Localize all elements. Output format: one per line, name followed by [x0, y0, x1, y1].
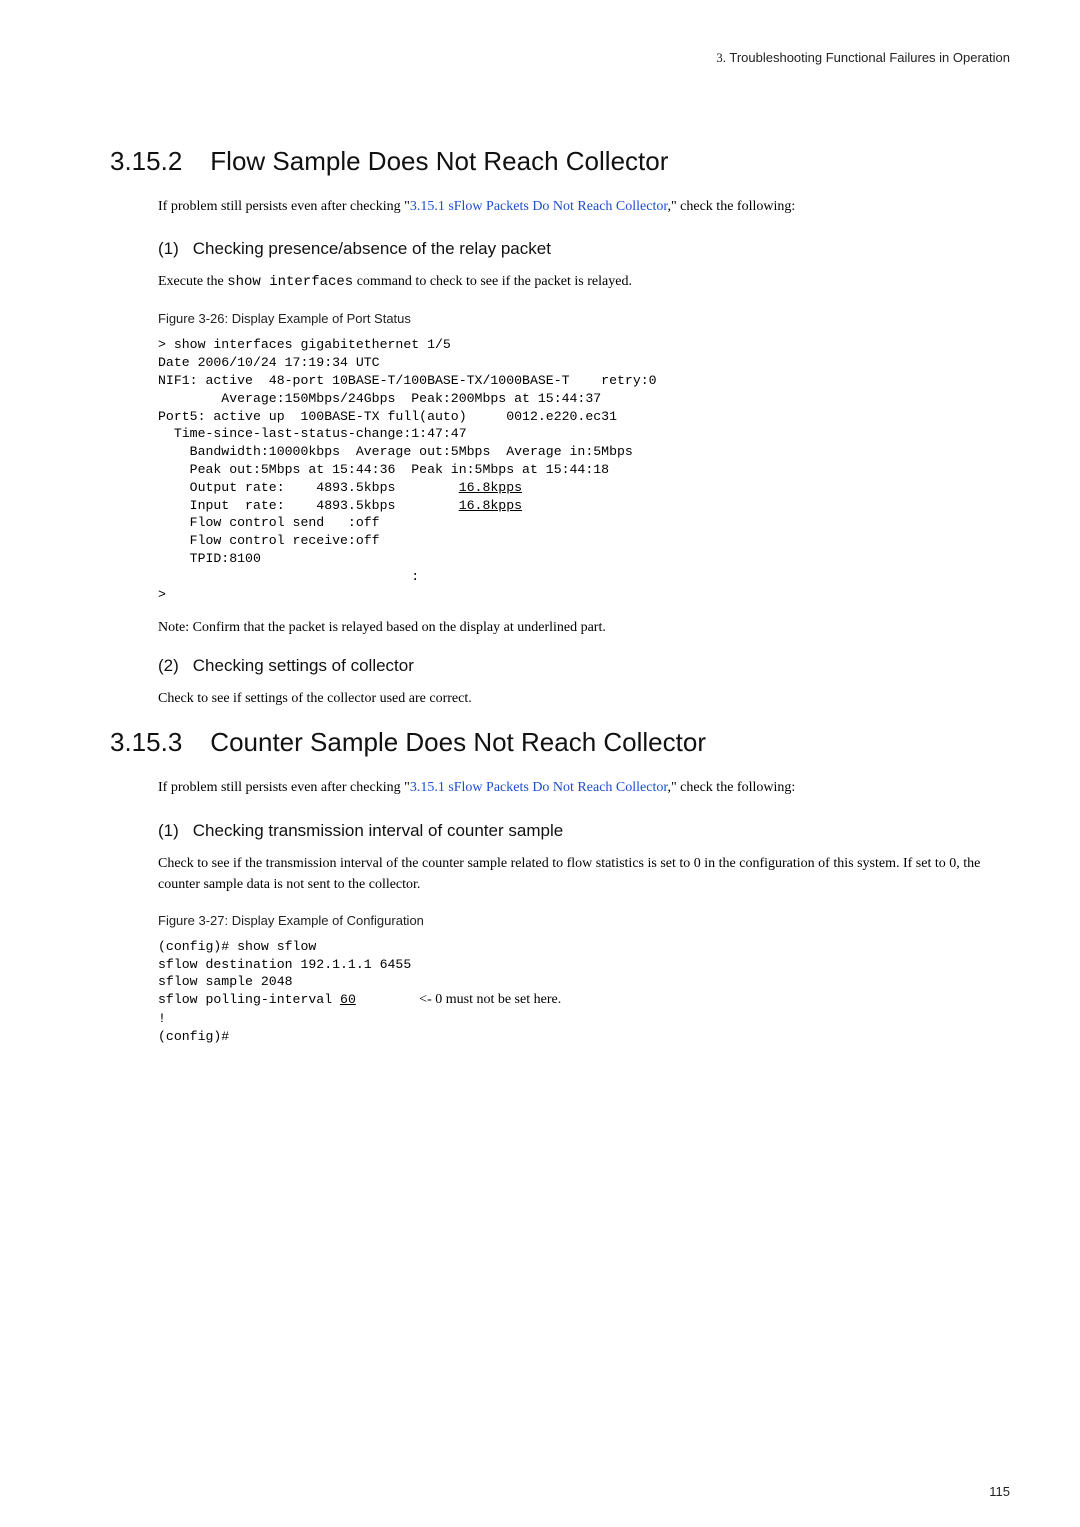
body-text-a: Execute the: [158, 274, 227, 289]
subsection-body: Check to see if settings of the collecto…: [158, 688, 1010, 709]
intro-text-b: ," check the following:: [667, 780, 795, 795]
body-text-b: command to check to see if the packet is…: [353, 274, 632, 289]
section-title: Counter Sample Does Not Reach Collector: [210, 727, 706, 757]
cross-ref-link[interactable]: 3.15.1 sFlow Packets Do Not Reach Collec…: [410, 780, 668, 795]
intro-text-a: If problem still persists even after che…: [158, 780, 410, 795]
subsection-number: (1): [158, 821, 179, 841]
subsection-title: Checking settings of collector: [193, 656, 414, 675]
underlined-value: 16.8kpps: [459, 480, 522, 495]
cross-ref-link[interactable]: 3.15.1 sFlow Packets Do Not Reach Collec…: [410, 199, 668, 214]
page-header: 3. Troubleshooting Functional Failures i…: [110, 50, 1010, 66]
subsection-heading-1: (1) Checking transmission interval of cou…: [158, 821, 1010, 841]
section-intro: If problem still persists even after che…: [158, 197, 1010, 217]
subsection-title: Checking transmission interval of counte…: [193, 821, 563, 840]
subsection-body: Execute the show interfaces command to c…: [158, 271, 1010, 293]
inline-annotation: <- 0 must not be set here.: [419, 992, 561, 1007]
section-number: 3.15.2: [110, 146, 182, 177]
subsection-heading-2: (2) Checking settings of collector: [158, 656, 1010, 676]
underlined-value: 16.8kpps: [459, 498, 522, 513]
section-number: 3.15.3: [110, 727, 182, 758]
section-heading-3-15-3: 3.15.3 Counter Sample Does Not Reach Coll…: [110, 727, 1010, 758]
page-number: 115: [989, 1484, 1010, 1499]
section-title: Flow Sample Does Not Reach Collector: [210, 146, 668, 176]
section-intro: If problem still persists even after che…: [158, 778, 1010, 798]
figure-title-3-27: Figure 3-27: Display Example of Configur…: [158, 913, 1010, 928]
subsection-body: Check to see if the transmission interva…: [158, 853, 1010, 895]
subsection-heading-1: (1) Checking presence/absence of the rela…: [158, 239, 1010, 259]
chapter-number: 3.: [716, 50, 726, 65]
underlined-value: 60: [340, 992, 356, 1007]
subsection-number: (2): [158, 656, 179, 676]
intro-text-b: ," check the following:: [667, 199, 795, 214]
chapter-title: Troubleshooting Functional Failures in O…: [729, 50, 1010, 65]
intro-text-a: If problem still persists even after che…: [158, 199, 410, 214]
subsection-number: (1): [158, 239, 179, 259]
note-text: Note: Confirm that the packet is relayed…: [158, 617, 1010, 638]
figure-title-3-26: Figure 3-26: Display Example of Port Sta…: [158, 311, 1010, 326]
section-heading-3-15-2: 3.15.2 Flow Sample Does Not Reach Collect…: [110, 146, 1010, 177]
inline-command: show interfaces: [227, 274, 353, 290]
code-block-port-status: > show interfaces gigabitethernet 1/5 Da…: [158, 336, 1010, 603]
subsection-title: Checking presence/absence of the relay p…: [193, 239, 551, 258]
code-block-configuration: (config)# show sflow sflow destination 1…: [158, 938, 1010, 1046]
